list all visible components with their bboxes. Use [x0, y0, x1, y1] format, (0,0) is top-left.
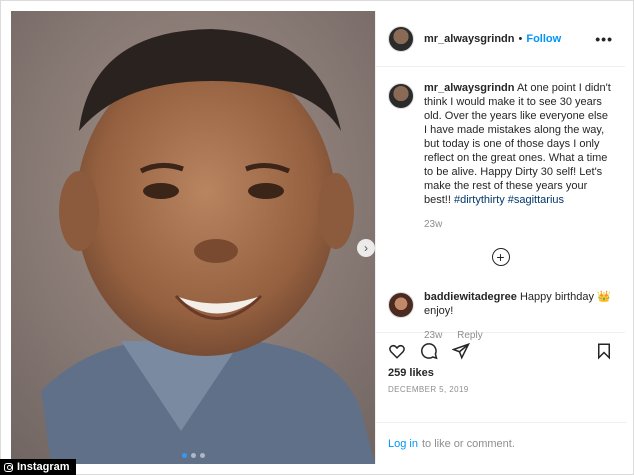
carousel-next-button[interactable]: ›	[357, 239, 375, 257]
caption-age: 23w	[424, 219, 443, 230]
post-photo: ›	[11, 11, 375, 464]
more-options-icon[interactable]: •••	[595, 31, 613, 47]
comments-section: mr_alwaysgrindn At one point I didn't th…	[376, 67, 625, 341]
login-suffix: to like or comment.	[421, 437, 515, 450]
load-more-comments-button[interactable]: +	[491, 248, 510, 266]
post-header: mr_alwaysgrindn • Follow •••	[376, 11, 625, 67]
comment-text: baddiewitadegree Happy birthday 👑 enjoy!	[424, 290, 613, 318]
carousel-dot	[181, 453, 187, 458]
comment-icon[interactable]	[420, 342, 438, 360]
avatar[interactable]	[388, 83, 414, 109]
comment-age: 23w	[424, 330, 443, 341]
carousel-dot	[190, 453, 196, 458]
follow-button[interactable]: Follow	[526, 33, 561, 45]
plus-icon: +	[496, 249, 505, 265]
instagram-embed: › mr_alwaysgrindn • Follow ••• mr_always…	[0, 0, 634, 475]
caption-hashtags[interactable]: #dirtythirty #sagittarius	[454, 194, 564, 206]
likes-count[interactable]: 259 likes	[376, 361, 625, 379]
caption-username[interactable]: mr_alwaysgrindn	[424, 82, 514, 94]
avatar[interactable]	[388, 292, 414, 318]
chevron-right-icon: ›	[364, 241, 368, 255]
share-icon[interactable]	[452, 342, 470, 360]
child-portrait-image	[11, 11, 375, 464]
separator-dot: •	[518, 32, 523, 45]
instagram-icon	[4, 462, 13, 472]
carousel-indicator	[11, 453, 375, 458]
source-credit: Instagram	[0, 459, 76, 475]
caption-meta: 23w	[424, 219, 613, 230]
reply-button[interactable]: Reply	[457, 330, 483, 341]
login-link[interactable]: Log in	[388, 438, 418, 450]
caption-text: mr_alwaysgrindn At one point I didn't th…	[424, 81, 613, 207]
post-date: DECEMBER 5, 2019	[388, 385, 469, 394]
carousel-dot	[199, 453, 205, 458]
login-prompt: Log in to like or comment.	[376, 422, 626, 464]
post-actions	[376, 333, 625, 361]
caption-body: At one point I didn't think I would make…	[424, 82, 611, 206]
post-side-panel: mr_alwaysgrindn • Follow ••• mr_alwaysgr…	[375, 11, 626, 464]
bookmark-icon[interactable]	[595, 342, 613, 360]
comment-username[interactable]: baddiewitadegree	[424, 291, 517, 303]
post-author-username[interactable]: mr_alwaysgrindn	[424, 33, 514, 45]
caption: mr_alwaysgrindn At one point I didn't th…	[388, 81, 613, 207]
credit-label: Instagram	[17, 461, 70, 473]
heart-icon[interactable]	[388, 342, 406, 360]
comment-item: baddiewitadegree Happy birthday 👑 enjoy!	[388, 290, 613, 318]
avatar[interactable]	[388, 25, 414, 52]
